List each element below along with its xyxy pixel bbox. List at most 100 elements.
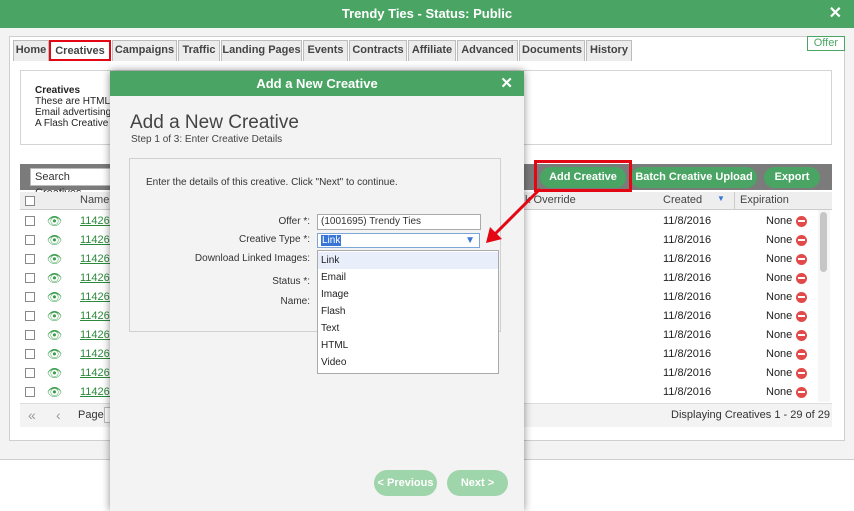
row-checkbox[interactable] [25,273,35,283]
created-date: 11/8/2016 [663,348,712,360]
offer-status-badge: Offer [806,36,845,51]
window-title: Trendy Ties - Status: Public [341,6,513,21]
expiration-value: None [766,234,793,246]
column-header-name[interactable]: Name [80,194,109,206]
search-creatives-input[interactable]: Search Creatives [30,168,118,199]
remove-icon[interactable] [796,254,807,265]
option-link[interactable]: Link [318,252,498,269]
eye-icon[interactable]: 👁 [47,364,62,383]
eye-icon[interactable]: 👁 [47,212,62,231]
chevron-down-icon[interactable]: ▼ [465,234,475,247]
offer-label: Offer *: [278,216,311,227]
expiration-value: None [766,329,793,341]
modal-intro: Enter the details of this creative. Clic… [146,177,398,188]
created-date: 11/8/2016 [663,253,712,265]
eye-icon[interactable]: 👁 [47,326,62,345]
export-button[interactable]: Export [764,167,820,188]
remove-icon[interactable] [796,330,807,341]
column-header-expiration[interactable]: Expiration [734,194,832,206]
eye-icon[interactable]: 👁 [47,269,62,288]
remove-icon[interactable] [796,368,807,379]
created-date: 11/8/2016 [663,367,712,379]
expiration-value: None [766,215,793,227]
option-flash[interactable]: Flash [318,303,498,320]
tab-documents[interactable]: Documents [519,40,585,61]
expiration-value: None [766,253,793,265]
expiration-value: None [766,310,793,322]
row-checkbox[interactable] [25,387,35,397]
remove-icon[interactable] [796,235,807,246]
select-all-checkbox[interactable] [25,196,35,206]
tab-landing-pages[interactable]: Landing Pages [221,40,302,61]
remove-icon[interactable] [796,273,807,284]
eye-icon[interactable]: 👁 [47,250,62,269]
option-html[interactable]: HTML [318,337,498,354]
option-email[interactable]: Email [318,269,498,286]
created-date: 11/8/2016 [663,291,712,303]
eye-icon[interactable]: 👁 [47,288,62,307]
previous-button[interactable]: < Previous [374,470,437,496]
first-page-icon[interactable]: « [28,407,36,423]
tab-advanced[interactable]: Advanced [457,40,518,61]
offer-field[interactable]: (1001695) Trendy Ties [317,214,481,230]
row-checkbox[interactable] [25,330,35,340]
option-text[interactable]: Text [318,320,498,337]
close-icon[interactable]: ✕ [500,71,513,96]
modal-header: Add a New Creative ✕ [110,71,524,96]
expiration-value: None [766,272,793,284]
tab-home[interactable]: Home [13,40,49,61]
pager-status: Displaying Creatives 1 - 29 of 29 [671,409,830,421]
window-title-bar: Trendy Ties - Status: Public ✕ [0,0,854,28]
tab-campaigns[interactable]: Campaigns [112,40,177,61]
creative-type-value: Link [321,235,342,246]
option-video[interactable]: Video [318,354,498,371]
creative-type-label: Creative Type *: [239,234,310,245]
next-button[interactable]: Next > [447,470,508,496]
tab-events[interactable]: Events [303,40,348,61]
tab-history[interactable]: History [586,40,632,61]
created-date: 11/8/2016 [663,329,712,341]
remove-icon[interactable] [796,216,807,227]
status-label: Status *: [272,276,310,287]
created-date: 11/8/2016 [663,272,712,284]
row-checkbox[interactable] [25,216,35,226]
tab-creatives[interactable]: Creatives [49,40,111,61]
modal-subtitle: Step 1 of 3: Enter Creative Details [131,134,283,145]
eye-icon[interactable]: 👁 [47,307,62,326]
modal-title: Add a New Creative [130,112,299,133]
creative-type-dropdown: Link Email Image Flash Text HTML Video [317,250,499,374]
option-image[interactable]: Image [318,286,498,303]
row-checkbox[interactable] [25,254,35,264]
remove-icon[interactable] [796,311,807,322]
row-checkbox[interactable] [25,292,35,302]
remove-icon[interactable] [796,349,807,360]
remove-icon[interactable] [796,292,807,303]
created-date: 11/8/2016 [663,310,712,322]
grid-scrollbar-thumb[interactable] [820,212,827,272]
row-checkbox[interactable] [25,368,35,378]
eye-icon[interactable]: 👁 [47,345,62,364]
tab-traffic[interactable]: Traffic [178,40,220,61]
modal-header-title: Add a New Creative [256,76,378,91]
page-label: Page [78,409,104,421]
tab-contracts[interactable]: Contracts [349,40,407,61]
created-date: 11/8/2016 [663,386,712,398]
created-date: 11/8/2016 [663,234,712,246]
row-checkbox[interactable] [25,311,35,321]
row-checkbox[interactable] [25,235,35,245]
row-checkbox[interactable] [25,349,35,359]
batch-creative-upload-button[interactable]: Batch Creative Upload [631,167,757,188]
expiration-value: None [766,348,793,360]
close-icon[interactable]: ✕ [829,0,842,28]
created-date: 11/8/2016 [663,215,712,227]
expiration-value: None [766,291,793,303]
tab-affiliate[interactable]: Affiliate [408,40,456,61]
previous-page-icon[interactable]: ‹ [56,407,61,423]
column-header-created[interactable]: Created [663,194,702,206]
annotation-arrow-icon [486,187,542,243]
eye-icon[interactable]: 👁 [47,383,62,402]
creative-type-select[interactable]: Link ▼ [317,233,480,248]
sort-desc-icon[interactable]: ▼ [717,194,725,203]
remove-icon[interactable] [796,387,807,398]
eye-icon[interactable]: 👁 [47,231,62,250]
